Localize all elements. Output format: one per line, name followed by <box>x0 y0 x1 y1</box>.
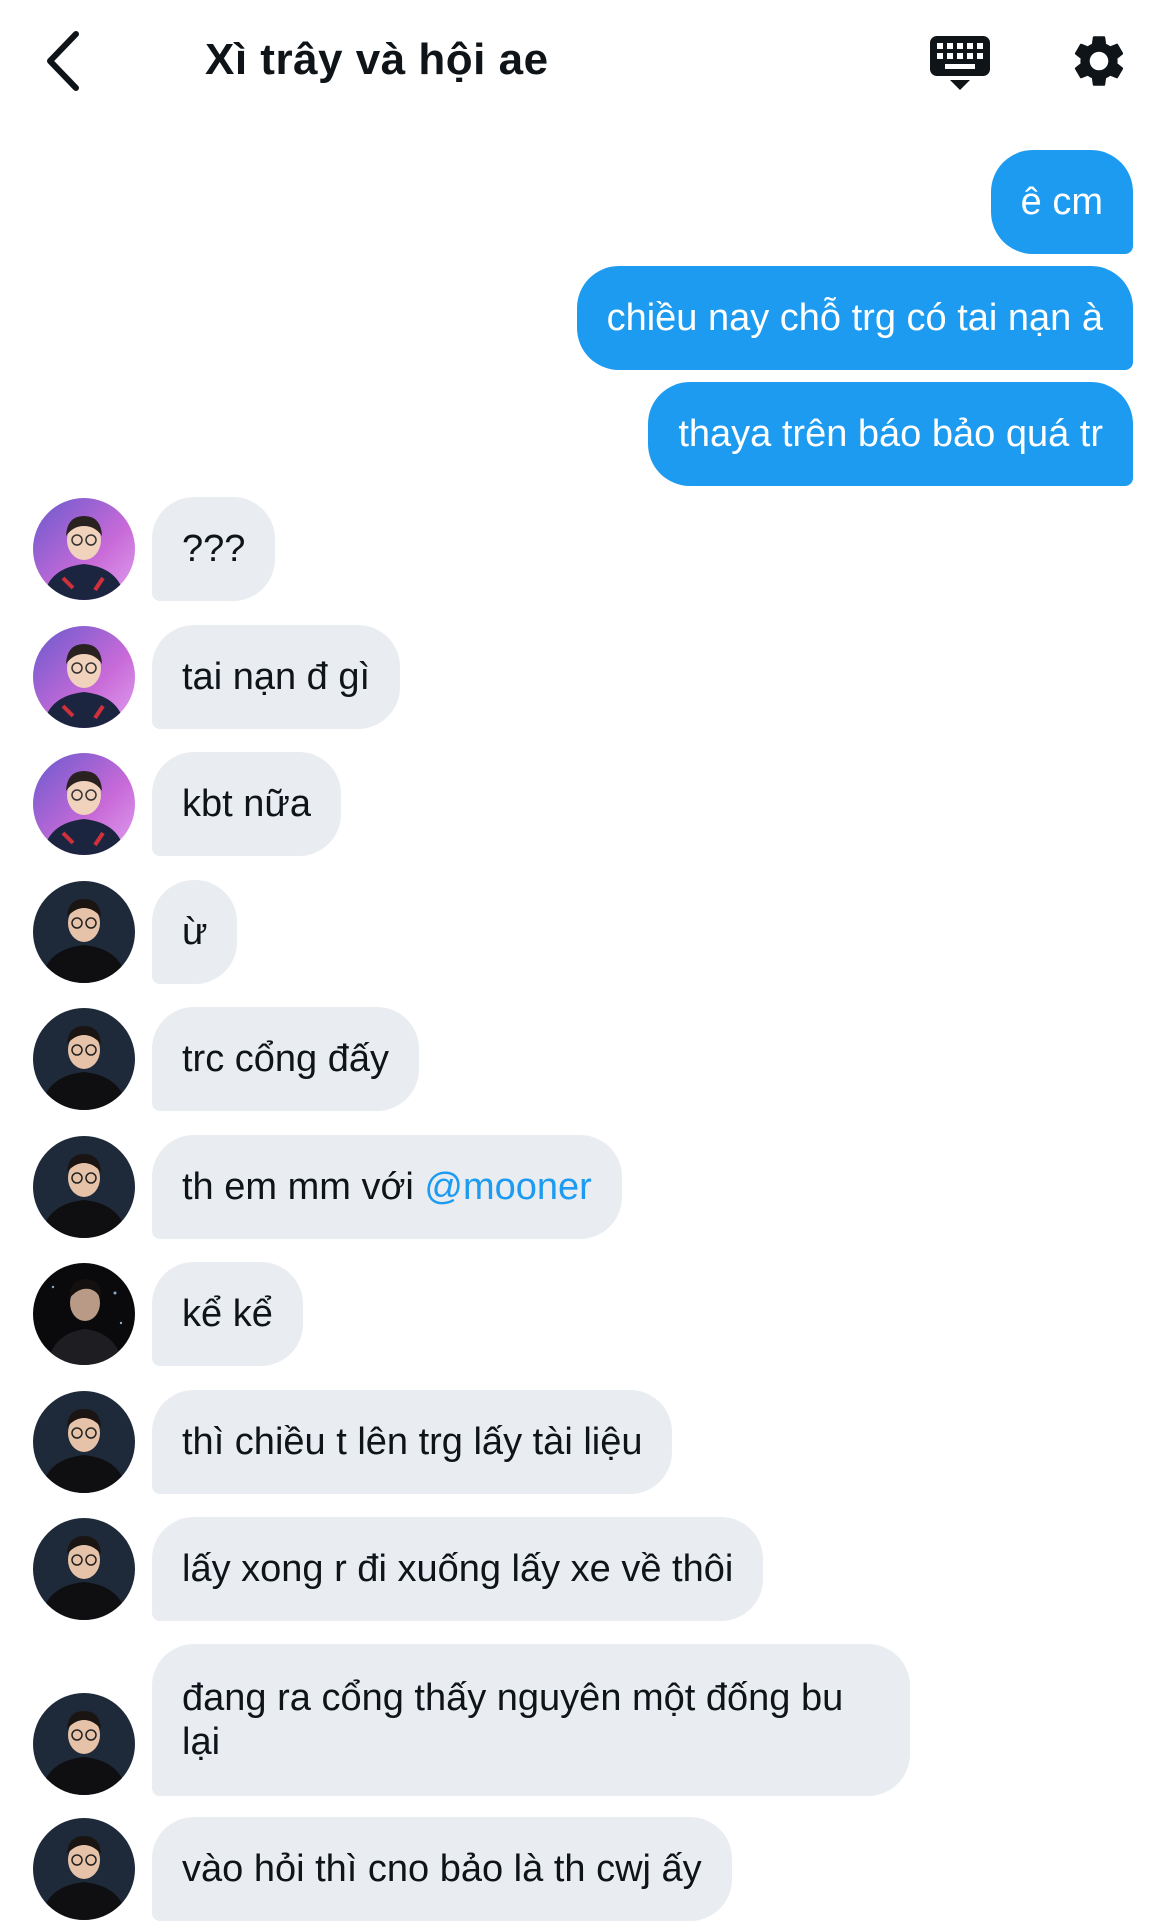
message-bubble-outgoing[interactable]: chiều nay chỗ trg có tai nạn à <box>576 266 1133 370</box>
message-bubble-incoming[interactable]: ??? <box>152 497 276 601</box>
message-bubble-outgoing[interactable]: ê cm <box>990 150 1133 254</box>
avatar[interactable] <box>33 1693 135 1795</box>
message-bubble-outgoing[interactable]: thaya trên báo bảo quá tr <box>648 382 1133 486</box>
message-bubble-incoming[interactable]: ừ <box>152 880 238 984</box>
avatar[interactable] <box>33 626 135 728</box>
message-bubble-incoming[interactable]: kbt nữa <box>152 752 341 856</box>
message-list[interactable]: ê cm chiều nay chỗ trg có tai nạn à thay… <box>0 0 1163 1921</box>
avatar[interactable] <box>33 1136 135 1238</box>
message-bubble-incoming[interactable]: lấy xong r đi xuống lấy xe về thôi <box>152 1517 764 1621</box>
message-bubble-incoming[interactable]: vào hỏi thì cno bảo là th cwj ấy <box>152 1817 732 1921</box>
avatar[interactable] <box>33 1391 135 1493</box>
message-bubble-incoming[interactable]: tai nạn đ gì <box>152 625 401 729</box>
avatar[interactable] <box>33 1518 135 1620</box>
avatar[interactable] <box>33 498 135 600</box>
avatar[interactable] <box>33 753 135 855</box>
avatar[interactable] <box>33 881 135 983</box>
message-bubble-incoming[interactable]: thì chiều t lên trg lấy tài liệu <box>152 1390 673 1494</box>
message-text: th em mm với <box>182 1166 425 1208</box>
avatar[interactable] <box>33 1008 135 1110</box>
avatar[interactable] <box>33 1263 135 1365</box>
avatar[interactable] <box>33 1818 135 1920</box>
message-bubble-incoming[interactable]: th em mm với @mooner <box>152 1135 622 1239</box>
message-bubble-incoming[interactable]: trc cổng đấy <box>152 1007 419 1111</box>
message-bubble-incoming[interactable]: đang ra cổng thấy nguyên một đống bu lại <box>152 1644 910 1796</box>
message-bubble-incoming[interactable]: kể kể <box>152 1262 303 1366</box>
mention-link[interactable]: @mooner <box>424 1165 591 1209</box>
